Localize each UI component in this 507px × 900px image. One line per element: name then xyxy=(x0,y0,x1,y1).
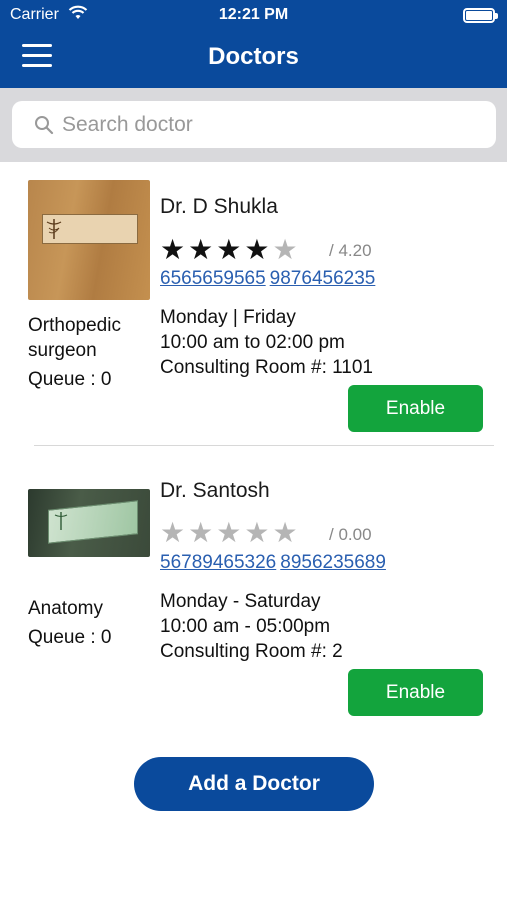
doctor-schedule: Monday - Saturday 10:00 am - 05:00pm Con… xyxy=(160,589,343,664)
star-icon-empty: ★ xyxy=(160,517,189,548)
consulting-room: Consulting Room #: 2 xyxy=(160,641,343,662)
phone-link[interactable]: 8956235689 xyxy=(280,552,386,573)
doctor-photo xyxy=(28,489,150,557)
doctor-card[interactable]: Dr. Santosh ★★★★★ / 0.00 56789465326 8956… xyxy=(0,0,507,730)
phone-link[interactable]: 56789465326 xyxy=(160,552,276,573)
add-doctor-button[interactable]: Add a Doctor xyxy=(134,757,374,811)
rating-value: / 0.00 xyxy=(329,525,372,544)
star-icon-empty: ★ xyxy=(216,517,245,548)
star-icon-empty: ★ xyxy=(188,517,217,548)
star-icon-empty: ★ xyxy=(272,517,301,548)
specialty-line: Anatomy xyxy=(28,598,103,619)
doctor-name: Dr. Santosh xyxy=(160,479,270,502)
star-rating: ★★★★★ xyxy=(160,518,301,548)
enable-button[interactable]: Enable xyxy=(348,669,483,716)
doctor-specialty: Anatomy xyxy=(28,596,103,621)
caduceus-icon xyxy=(54,512,68,530)
schedule-days: Monday - Saturday xyxy=(160,591,321,612)
queue-count: Queue : 0 xyxy=(28,627,112,648)
schedule-hours: 10:00 am - 05:00pm xyxy=(160,616,331,637)
phone-numbers: 56789465326 8956235689 xyxy=(160,552,390,574)
star-icon-empty: ★ xyxy=(244,517,273,548)
